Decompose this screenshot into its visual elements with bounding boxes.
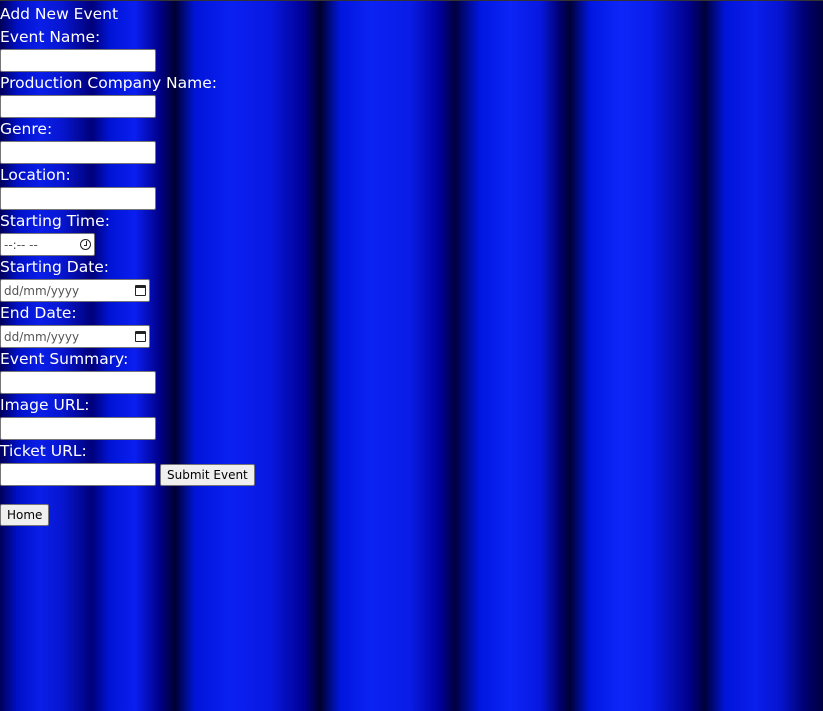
add-event-form: Add New Event Event Name: Production Com… (0, 1, 255, 486)
starting-date-placeholder: dd/mm/yyyy (4, 283, 80, 298)
home-button[interactable]: Home (0, 504, 50, 526)
form-title: Add New Event (0, 5, 119, 23)
location-input[interactable] (0, 187, 156, 210)
calendar-icon[interactable] (135, 331, 146, 342)
page: Add New Event Event Name: Production Com… (0, 1, 255, 526)
image-url-input[interactable] (0, 417, 156, 440)
starting-date-input[interactable]: dd/mm/yyyy (0, 279, 150, 302)
event-summary-input[interactable] (0, 371, 156, 394)
event-name-input[interactable] (0, 49, 156, 72)
ticket-url-row: Submit Event (0, 463, 255, 486)
calendar-icon[interactable] (135, 285, 146, 296)
ticket-url-label: Ticket URL: (0, 442, 87, 460)
genre-field: Genre: (0, 118, 255, 164)
production-company-input[interactable] (0, 95, 156, 118)
event-summary-label: Event Summary: (0, 350, 129, 368)
starting-time-field: Starting Time: --:-- -- (0, 210, 255, 256)
image-url-label: Image URL: (0, 396, 90, 414)
starting-time-input[interactable]: --:-- -- (0, 233, 95, 256)
ticket-url-input[interactable] (0, 463, 156, 486)
starting-time-label: Starting Time: (0, 212, 110, 230)
starting-date-label: Starting Date: (0, 258, 110, 276)
end-date-label: End Date: (0, 304, 77, 322)
image-url-field: Image URL: (0, 394, 255, 440)
ticket-url-field: Ticket URL: Submit Event (0, 440, 255, 486)
starting-time-placeholder: --:-- -- (4, 237, 38, 252)
location-field: Location: (0, 164, 255, 210)
production-company-label: Production Company Name: (0, 74, 218, 92)
starting-date-field: Starting Date: dd/mm/yyyy (0, 256, 255, 302)
genre-input[interactable] (0, 141, 156, 164)
event-name-label: Event Name: (0, 28, 101, 46)
end-date-input[interactable]: dd/mm/yyyy (0, 325, 150, 348)
production-company-field: Production Company Name: (0, 72, 255, 118)
home-nav: Home (0, 504, 255, 526)
submit-event-button[interactable]: Submit Event (160, 463, 255, 486)
event-summary-field: Event Summary: (0, 348, 255, 394)
end-date-field: End Date: dd/mm/yyyy (0, 302, 255, 348)
clock-icon[interactable] (80, 239, 91, 250)
event-name-field: Event Name: (0, 26, 255, 72)
location-label: Location: (0, 166, 71, 184)
end-date-placeholder: dd/mm/yyyy (4, 329, 80, 344)
genre-label: Genre: (0, 120, 53, 138)
